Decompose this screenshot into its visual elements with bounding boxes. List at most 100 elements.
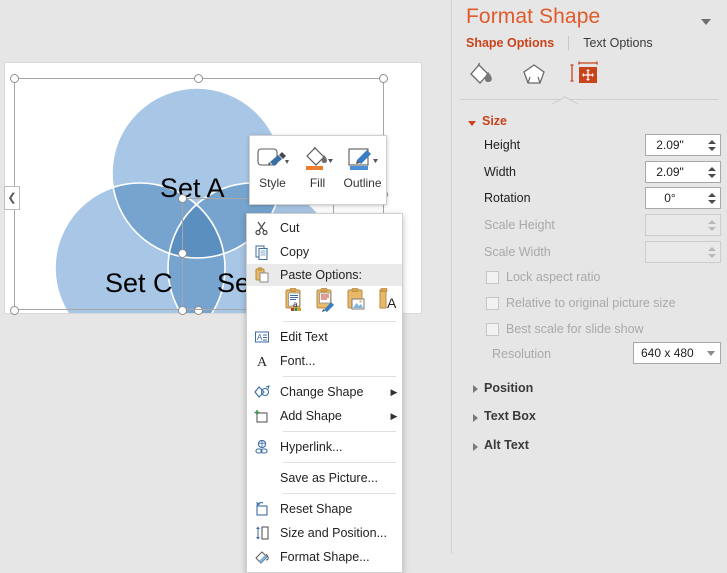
shape-context-menu[interactable]: Cut Copy Paste Options: a A A Edit Text … xyxy=(246,213,403,573)
context-menu-label-size-and-position: Size and Position... xyxy=(280,526,388,540)
font-a-icon: A xyxy=(247,353,277,369)
shape-handle-bottom-left[interactable] xyxy=(178,306,187,315)
context-menu-item-save-as-picture[interactable]: Save as Picture... xyxy=(247,466,402,490)
spinner-down-icon[interactable] xyxy=(708,146,716,151)
context-menu-separator xyxy=(283,462,396,463)
spinner-down-icon xyxy=(708,253,716,258)
field-label-scale-width: Scale Width xyxy=(484,245,551,259)
pane-icon-tabs[interactable] xyxy=(464,57,714,93)
resize-handle-top-right[interactable] xyxy=(379,74,388,83)
copy-icon xyxy=(247,244,277,260)
paste-picture-icon[interactable] xyxy=(345,287,367,317)
width-value[interactable]: 2.09" xyxy=(646,165,704,179)
spinner-up-icon[interactable] xyxy=(708,139,716,144)
spinner-up-icon[interactable] xyxy=(708,166,716,171)
width-spinner-buttons[interactable] xyxy=(704,162,720,182)
size-and-properties-icon[interactable] xyxy=(568,58,604,92)
pane-tabs[interactable]: Shape Options Text Options xyxy=(466,36,667,50)
shape-style-icon xyxy=(256,143,290,175)
context-menu-item-font[interactable]: A Font... xyxy=(247,349,402,373)
height-spinner-buttons[interactable] xyxy=(704,135,720,155)
context-menu-label-paste-options: Paste Options: xyxy=(280,268,362,282)
shape-handle-middle-left[interactable] xyxy=(178,249,187,258)
spinner-up-icon[interactable] xyxy=(708,192,716,197)
mini-toolbar[interactable]: Style Fill Outline xyxy=(249,135,387,205)
resolution-value: 640 x 480 xyxy=(641,346,694,360)
checkbox-label-best-scale-for-slide-show: Best scale for slide show xyxy=(506,322,644,336)
lock-aspect-ratio-checkbox xyxy=(486,271,499,284)
smartart-text-pane-toggle[interactable]: ❮ xyxy=(4,186,20,210)
resize-handle-top-center[interactable] xyxy=(194,74,203,83)
context-menu-label-hyperlink: Hyperlink... xyxy=(280,440,343,454)
mini-toolbar-fill-button[interactable]: Fill xyxy=(295,136,340,204)
section-header-text-box[interactable]: Text Box xyxy=(484,409,536,423)
rotation-value[interactable]: 0° xyxy=(646,191,704,205)
context-menu-label-copy: Copy xyxy=(280,245,310,259)
context-menu-item-copy[interactable]: Copy xyxy=(247,240,402,264)
spinner-down-icon[interactable] xyxy=(708,199,716,204)
context-menu-label-edit-text: Edit Text xyxy=(280,330,328,344)
context-menu-label-save-as-picture: Save as Picture... xyxy=(280,471,378,485)
paste-keep-text-only-brush-icon[interactable] xyxy=(314,287,336,317)
context-menu-label-cut: Cut xyxy=(280,221,300,235)
svg-text:A: A xyxy=(387,295,397,311)
mini-toolbar-outline-button[interactable]: Outline xyxy=(340,136,385,204)
edit-text-icon: A xyxy=(247,329,277,345)
width-spinner[interactable]: 2.09" xyxy=(645,161,721,183)
resolution-dropdown[interactable]: 640 x 480 xyxy=(633,342,721,364)
tab-text-options[interactable]: Text Options xyxy=(568,36,666,50)
resize-handle-bottom-left[interactable] xyxy=(10,306,19,315)
context-menu-item-format-shape[interactable]: Format Shape... xyxy=(247,545,402,569)
context-menu-item-cut[interactable]: Cut xyxy=(247,216,402,240)
paste-options-row[interactable]: a A xyxy=(247,286,402,318)
context-menu-separator xyxy=(283,493,396,494)
field-label-rotation: Rotation xyxy=(484,191,531,205)
rotation-spinner-buttons[interactable] xyxy=(704,188,720,208)
context-menu-item-hyperlink[interactable]: Hyperlink... xyxy=(247,435,402,459)
height-value[interactable]: 2.09" xyxy=(646,138,704,152)
change-shape-icon xyxy=(247,384,277,400)
spinner-down-icon[interactable] xyxy=(708,173,716,178)
size-position-icon xyxy=(247,525,277,541)
add-shape-icon xyxy=(247,408,277,424)
context-menu-separator xyxy=(283,376,396,377)
chevron-down-icon[interactable] xyxy=(699,14,713,25)
best-scale-for-slide-show-checkbox xyxy=(486,323,499,336)
spinner-up-icon xyxy=(708,219,716,224)
checkbox-label-relative-to-original-picture-size: Relative to original picture size xyxy=(506,296,676,310)
height-spinner[interactable]: 2.09" xyxy=(645,134,721,156)
pane-title: Format Shape xyxy=(466,5,601,28)
checkbox-label-lock-aspect-ratio: Lock aspect ratio xyxy=(506,270,601,284)
scissors-icon xyxy=(247,220,277,236)
relative-to-original-picture-size-checkbox xyxy=(486,297,499,310)
context-menu-item-size-and-position[interactable]: Size and Position... xyxy=(247,521,402,545)
mini-toolbar-style-button[interactable]: Style xyxy=(250,136,295,204)
section-text-box-expand-icon[interactable] xyxy=(473,414,478,422)
section-header-position[interactable]: Position xyxy=(484,381,533,395)
section-position-expand-icon[interactable] xyxy=(473,385,478,393)
tab-shape-options[interactable]: Shape Options xyxy=(466,36,568,50)
powerpoint-window: Set A Set B Set C ❮ xyxy=(0,0,727,573)
paste-text-only-icon[interactable]: A xyxy=(376,287,398,317)
spinner-down-icon xyxy=(708,226,716,231)
fill-and-line-icon[interactable] xyxy=(464,58,500,92)
context-menu-item-change-shape[interactable]: Change Shape ▶ xyxy=(247,380,402,404)
scale-height-spinner-buttons xyxy=(704,215,720,235)
shape-handle-top-left[interactable] xyxy=(178,194,187,203)
resize-handle-top-left[interactable] xyxy=(10,74,19,83)
svg-text:A: A xyxy=(257,355,268,369)
rotation-spinner[interactable]: 0° xyxy=(645,187,721,209)
context-menu-item-add-shape[interactable]: Add Shape ▶ xyxy=(247,404,402,428)
context-menu-item-edit-text[interactable]: A Edit Text xyxy=(247,325,402,349)
section-header-size[interactable]: Size xyxy=(482,114,507,128)
chevron-down-icon[interactable] xyxy=(702,350,720,356)
submenu-arrow-icon: ▶ xyxy=(390,410,398,421)
svg-text:A: A xyxy=(257,333,263,342)
context-menu-label-font: Font... xyxy=(280,354,316,368)
context-menu-item-reset-shape[interactable]: Reset Shape xyxy=(247,497,402,521)
section-header-alt-text[interactable]: Alt Text xyxy=(484,438,529,452)
paste-keep-source-formatting-icon[interactable]: a xyxy=(283,287,305,317)
section-size-expand-icon[interactable] xyxy=(468,121,476,126)
effects-icon[interactable] xyxy=(516,58,552,92)
section-alt-text-expand-icon[interactable] xyxy=(473,443,478,451)
